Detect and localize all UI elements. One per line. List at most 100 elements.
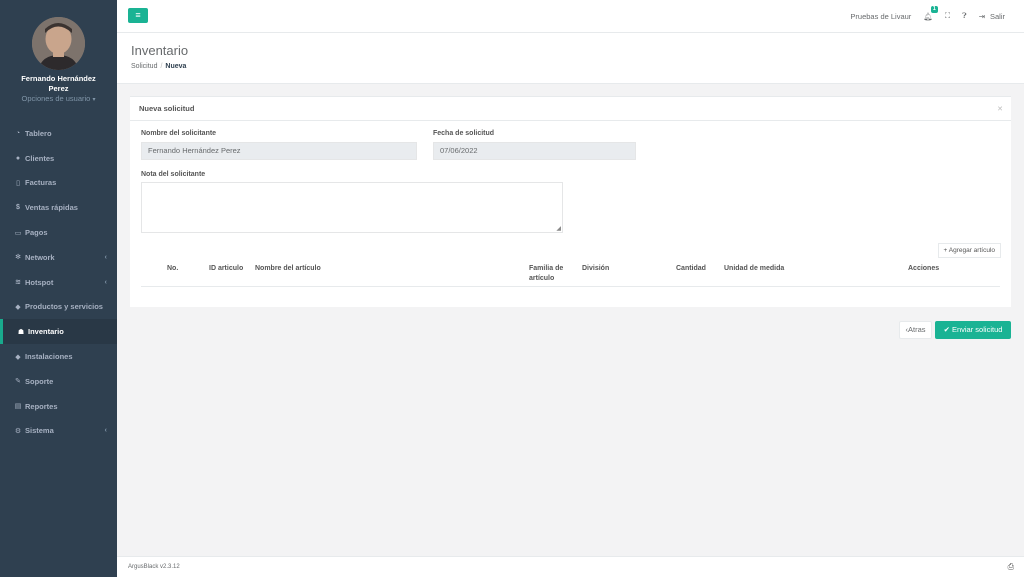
sidebar-item-label: Ventas rápidas	[25, 203, 78, 213]
column-header-name: Nombre del artículo	[255, 265, 321, 272]
bell-icon: 🔔︎	[923, 11, 933, 21]
sidebar-item-label: Pagos	[25, 228, 48, 238]
dashboard-icon: ◔	[15, 129, 21, 137]
sidebar-item-reportes[interactable]: ▤ Reportes	[0, 394, 117, 419]
sidebar-item-clientes[interactable]: ● Clientes	[0, 146, 117, 171]
sidebar: Fernando Hernández Perez Opciones de usu…	[0, 0, 117, 577]
caret-down-icon: ▾	[92, 97, 96, 103]
user-options-label: Opciones de usuario	[21, 94, 91, 103]
footer: ArgusBlack v2.3.12 ⎙	[117, 556, 1024, 577]
sign-out-icon: ⇥	[978, 11, 985, 21]
logout-label: Salir	[989, 11, 1005, 21]
requester-field[interactable]: Fernando Hernández Perez	[141, 142, 417, 160]
table-divider	[141, 286, 1000, 287]
sidebar-item-tablero[interactable]: ◔ Tablero	[0, 121, 117, 146]
page-heading: Inventario Solicitud / Nueva	[117, 33, 1024, 84]
sidebar-item-label: Clientes	[25, 153, 55, 163]
column-header-family: Familia de artículo	[529, 265, 564, 282]
user-profile: Fernando Hernández Perez Opciones de usu…	[0, 0, 117, 117]
printer-icon[interactable]: ⎙	[1008, 562, 1014, 572]
column-header-id: ID articulo	[209, 265, 244, 272]
sidebar-item-label: Sistema	[25, 426, 54, 436]
back-label: Atras	[907, 325, 926, 334]
date-label: Fecha de solicitud	[433, 130, 495, 137]
sidebar-item-instalaciones[interactable]: ◆ Instalaciones	[0, 344, 117, 369]
column-header-division: División	[582, 265, 610, 272]
add-item-button[interactable]: + Agregar artículo	[937, 243, 1001, 258]
user-options-dropdown[interactable]: Opciones de usuario ▾	[0, 94, 117, 103]
requester-label: Nombre del solicitante	[141, 130, 217, 137]
sidebar-item-label: Tablero	[25, 128, 52, 138]
sidebar-item-inventario[interactable]: ☗ Inventario	[0, 319, 117, 345]
sidebar-item-label: Reportes	[25, 401, 58, 411]
column-header-actions: Acciones	[908, 265, 940, 272]
sidebar-item-soporte[interactable]: ✎ Soporte	[0, 369, 117, 394]
breadcrumb-nueva: Nueva	[165, 63, 187, 70]
new-request-panel: Nueva solicitud ✕ Nombre del solicitante…	[130, 96, 1011, 307]
sidebar-nav: ◔ Tablero ● Clientes ▯ Facturas $ Ventas ráp…	[0, 121, 117, 443]
panel-title: Nueva solicitud	[139, 104, 195, 113]
chevron-left-icon: ‹	[104, 253, 107, 261]
check-icon: ✔	[943, 325, 950, 334]
column-header-unit: Unidad de medida	[724, 265, 785, 272]
chevron-left-icon: ‹	[104, 427, 107, 435]
site-name: Pruebas de Livaur	[850, 11, 912, 21]
cogs-icon: ⚙	[14, 427, 22, 435]
sidebar-item-label: Facturas	[25, 178, 57, 188]
breadcrumb-separator: /	[160, 63, 163, 70]
user-name: Fernando Hernández Perez	[21, 74, 96, 93]
avatar[interactable]	[32, 17, 85, 70]
sidebar-item-label: Instalaciones	[25, 352, 73, 362]
send-label: Enviar solicitud	[951, 325, 1003, 334]
dollar-icon: $	[16, 204, 20, 212]
note-label: Nota del solicitante	[141, 171, 206, 178]
tag-icon: ◆	[15, 353, 21, 361]
help-button[interactable]: ❓︎	[962, 11, 967, 21]
users-icon: ●	[15, 154, 21, 162]
sidebar-item-hotspot[interactable]: ≋ Hotspot ‹	[0, 270, 117, 295]
back-button[interactable]: ‹Atras	[899, 321, 932, 339]
wifi-icon: ≋	[15, 279, 21, 287]
sidebar-item-sistema[interactable]: ⚙ Sistema ‹	[0, 419, 117, 444]
page-title: Inventario	[131, 43, 189, 58]
resize-grip-icon[interactable]: ◢	[556, 225, 561, 232]
notification-badge: 1	[930, 5, 938, 13]
sidebar-item-label: Soporte	[25, 376, 54, 386]
question-icon: ❓︎	[962, 11, 967, 20]
column-header-no: No.	[167, 265, 179, 272]
menu-toggle-button[interactable]: ≡	[128, 8, 148, 23]
column-header-quantity: Cantidad	[676, 265, 706, 272]
hamburger-icon: ≡	[135, 10, 141, 20]
sidebar-item-label: Network	[25, 252, 55, 262]
sidebar-item-pagos[interactable]: ▭ Pagos	[0, 220, 117, 245]
sidebar-item-network[interactable]: ✻ Network ‹	[0, 245, 117, 270]
expand-icon: ⛶	[944, 11, 951, 20]
breadcrumb: Solicitud / Nueva	[131, 63, 186, 70]
add-item-label: Agregar artículo	[948, 247, 995, 254]
topbar-right: Pruebas de Livaur 🔔︎ 1 ⛶ ❓︎ ⇥ Salir	[838, 5, 1005, 21]
wrench-icon: ✎	[15, 378, 21, 386]
network-icon: ✻	[15, 254, 21, 262]
note-textarea[interactable]: ◢	[141, 182, 563, 233]
tag-icon: ◆	[15, 303, 21, 311]
version-text: ArgusBlack v2.3.12	[128, 564, 180, 570]
sidebar-item-label: Hotspot	[25, 277, 54, 287]
sidebar-item-label: Productos y servicios	[25, 302, 103, 312]
send-request-button[interactable]: ✔ Enviar solicitud	[935, 321, 1011, 339]
logout-button[interactable]: ⇥ Salir	[979, 12, 1005, 21]
sidebar-item-productos[interactable]: ◆ Productos y servicios	[0, 295, 117, 320]
topbar: ≡ Pruebas de Livaur 🔔︎ 1 ⛶ ❓︎ ⇥ Salir	[117, 0, 1024, 33]
money-icon: ▭	[14, 229, 22, 237]
panel-header: Nueva solicitud ✕	[130, 97, 1011, 121]
breadcrumb-solicitud[interactable]: Solicitud	[131, 63, 157, 70]
sidebar-item-facturas[interactable]: ▯ Facturas	[0, 171, 117, 196]
sidebar-item-ventas-rapidas[interactable]: $ Ventas rápidas	[0, 195, 117, 220]
chevron-left-icon: ‹	[104, 278, 107, 286]
fullscreen-button[interactable]: ⛶	[945, 11, 950, 21]
close-icon[interactable]: ✕	[997, 105, 1003, 113]
date-field[interactable]: 07/06/2022	[433, 142, 636, 160]
notifications-button[interactable]: 🔔︎ 1	[923, 5, 938, 21]
sidebar-item-label: Inventario	[28, 327, 64, 337]
boxes-icon: ☗	[17, 328, 25, 336]
file-icon: ▯	[16, 179, 20, 187]
